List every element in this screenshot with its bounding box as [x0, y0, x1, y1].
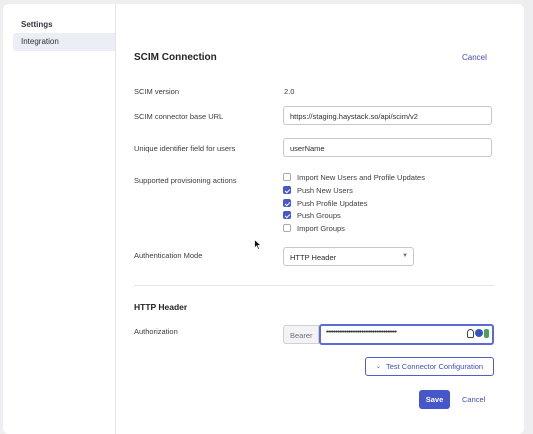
auth-mode-label: Authentication Mode — [134, 251, 203, 260]
section-title: HTTP Header — [134, 302, 188, 312]
unique-id-value: userName — [290, 143, 325, 153]
lock-icon[interactable] — [467, 329, 474, 338]
base-url-input[interactable]: https://staging.haystack.so/api/scim/v2 — [283, 106, 492, 125]
provisioning-label: Supported provisioning actions — [134, 176, 237, 185]
base-url-label: SCIM connector base URL — [134, 112, 224, 121]
checkbox-label: Import Groups — [297, 223, 345, 233]
checkbox-label: Push Profile Updates — [297, 198, 368, 208]
provisioning-option[interactable]: Import New Users and Profile Updates — [283, 171, 425, 183]
sidebar: Settings Integration — [3, 4, 116, 434]
provisioning-option[interactable]: Push Profile Updates — [283, 197, 367, 209]
sidebar-title: Settings — [21, 20, 53, 29]
page-title: SCIM Connection — [134, 52, 217, 63]
checkbox[interactable] — [283, 211, 291, 219]
settings-card: Settings Integration SCIM Connection Can… — [3, 4, 524, 434]
checkbox[interactable] — [283, 199, 291, 207]
bearer-prefix: Bearer — [283, 325, 319, 344]
sidebar-item-integration[interactable]: Integration — [13, 33, 115, 51]
cancel-link-top[interactable]: Cancel — [462, 53, 487, 62]
test-connector-button[interactable]: ⌄ Test Connector Configuration — [365, 357, 494, 376]
base-url-value: https://staging.haystack.so/api/scim/v2 — [290, 111, 418, 121]
masked-token: •••••••••••••••••••••••••••••••••••••• — [326, 329, 397, 336]
checkbox-label: Import New Users and Profile Updates — [297, 172, 425, 182]
auth-mode-select[interactable]: HTTP Header ▼ — [283, 247, 414, 266]
provisioning-option[interactable]: Import Groups — [283, 222, 345, 234]
save-button[interactable]: Save — [419, 390, 450, 409]
section-divider — [134, 285, 494, 286]
scim-connection-form: SCIM Connection Cancel SCIM version 2.0 … — [134, 4, 494, 434]
scim-version-label: SCIM version — [134, 87, 180, 96]
scim-version-value: 2.0 — [284, 87, 295, 96]
sidebar-item-label: Integration — [21, 37, 59, 46]
checkbox[interactable] — [283, 186, 291, 194]
mouse-cursor-icon — [254, 239, 262, 251]
authorization-label: Authorization — [134, 327, 178, 336]
checkbox-label: Push Groups — [297, 210, 341, 220]
cancel-link-bottom[interactable]: Cancel — [462, 395, 485, 404]
bearer-prefix-label: Bearer — [290, 330, 313, 340]
password-manager-icons — [467, 329, 489, 338]
test-connector-label: Test Connector Configuration — [385, 362, 484, 371]
authorization-token-input[interactable]: •••••••••••••••••••••••••••••••••••••• — [319, 324, 494, 345]
auth-mode-value: HTTP Header — [290, 252, 337, 262]
checkbox[interactable] — [283, 224, 291, 232]
unique-id-input[interactable]: userName — [283, 138, 492, 157]
autofill-icon[interactable] — [484, 329, 489, 338]
provisioning-option[interactable]: Push New Users — [283, 184, 353, 196]
checkbox[interactable] — [283, 173, 291, 181]
provisioning-option[interactable]: Push Groups — [283, 209, 341, 221]
password-manager-icon[interactable] — [475, 329, 483, 337]
chevron-down-icon: ▼ — [402, 253, 408, 259]
unique-id-label: Unique identifier field for users — [134, 144, 236, 153]
checkbox-label: Push New Users — [297, 185, 353, 195]
chevron-down-icon: ⌄ — [375, 364, 381, 370]
